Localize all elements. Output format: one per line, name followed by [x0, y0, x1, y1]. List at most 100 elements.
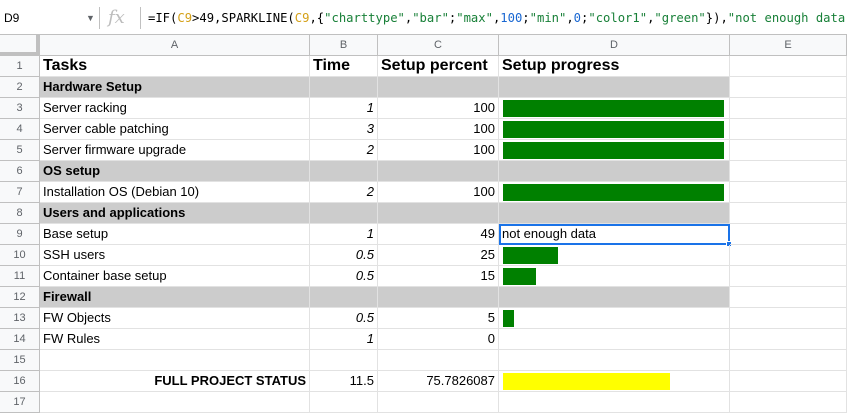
- cell-c1[interactable]: Setup percent: [378, 56, 499, 77]
- cell-c8[interactable]: [378, 203, 499, 224]
- chevron-down-icon[interactable]: ▼: [86, 7, 95, 29]
- cell-e4[interactable]: [730, 119, 847, 140]
- cell-a17[interactable]: [40, 392, 310, 413]
- cell-d12[interactable]: [499, 287, 730, 308]
- cell-b7[interactable]: 2: [310, 182, 378, 203]
- row-header-12[interactable]: 12: [0, 287, 40, 308]
- cell-a10[interactable]: SSH users: [40, 245, 310, 266]
- cell-a11[interactable]: Container base setup: [40, 266, 310, 287]
- cell-c15[interactable]: [378, 350, 499, 371]
- cell-e5[interactable]: [730, 140, 847, 161]
- row-header-3[interactable]: 3: [0, 98, 40, 119]
- row-header-10[interactable]: 10: [0, 245, 40, 266]
- cell-d11[interactable]: [499, 266, 730, 287]
- cell-a15[interactable]: [40, 350, 310, 371]
- cell-a8[interactable]: Users and applications: [40, 203, 310, 224]
- cell-c17[interactable]: [378, 392, 499, 413]
- cell-a5[interactable]: Server firmware upgrade: [40, 140, 310, 161]
- formula-input[interactable]: =IF(C9>49,SPARKLINE(C9,{"charttype","bar…: [148, 7, 847, 29]
- cell-a4[interactable]: Server cable patching: [40, 119, 310, 140]
- cell-c6[interactable]: [378, 161, 499, 182]
- cell-e14[interactable]: [730, 329, 847, 350]
- cell-b15[interactable]: [310, 350, 378, 371]
- cell-b12[interactable]: [310, 287, 378, 308]
- cell-b6[interactable]: [310, 161, 378, 182]
- select-all-corner[interactable]: [0, 35, 40, 56]
- cell-e7[interactable]: [730, 182, 847, 203]
- column-header-a[interactable]: A: [40, 35, 310, 56]
- cell-b10[interactable]: 0.5: [310, 245, 378, 266]
- cell-c10[interactable]: 25: [378, 245, 499, 266]
- cell-d7[interactable]: [499, 182, 730, 203]
- cell-e16[interactable]: [730, 371, 847, 392]
- cell-a12[interactable]: Firewall: [40, 287, 310, 308]
- cell-a16[interactable]: FULL PROJECT STATUS: [40, 371, 310, 392]
- cell-d14[interactable]: [499, 329, 730, 350]
- row-header-2[interactable]: 2: [0, 77, 40, 98]
- cell-e12[interactable]: [730, 287, 847, 308]
- cell-a3[interactable]: Server racking: [40, 98, 310, 119]
- column-header-e[interactable]: E: [730, 35, 847, 56]
- cell-e10[interactable]: [730, 245, 847, 266]
- cell-c7[interactable]: 100: [378, 182, 499, 203]
- cell-d3[interactable]: [499, 98, 730, 119]
- cell-d4[interactable]: [499, 119, 730, 140]
- cell-e2[interactable]: [730, 77, 847, 98]
- column-header-c[interactable]: C: [378, 35, 499, 56]
- cell-d1[interactable]: Setup progress: [499, 56, 730, 77]
- cell-a6[interactable]: OS setup: [40, 161, 310, 182]
- cell-e9[interactable]: [730, 224, 847, 245]
- cell-e11[interactable]: [730, 266, 847, 287]
- row-header-1[interactable]: 1: [0, 56, 40, 77]
- cell-d10[interactable]: [499, 245, 730, 266]
- cell-b4[interactable]: 3: [310, 119, 378, 140]
- cell-c16[interactable]: 75.7826087: [378, 371, 499, 392]
- cell-b1[interactable]: Time: [310, 56, 378, 77]
- cell-a7[interactable]: Installation OS (Debian 10): [40, 182, 310, 203]
- cell-c2[interactable]: [378, 77, 499, 98]
- row-header-13[interactable]: 13: [0, 308, 40, 329]
- cell-b5[interactable]: 2: [310, 140, 378, 161]
- cell-b9[interactable]: 1: [310, 224, 378, 245]
- row-header-16[interactable]: 16: [0, 371, 40, 392]
- row-header-17[interactable]: 17: [0, 392, 40, 413]
- cell-d2[interactable]: [499, 77, 730, 98]
- cell-a9[interactable]: Base setup: [40, 224, 310, 245]
- cell-d5[interactable]: [499, 140, 730, 161]
- cell-d8[interactable]: [499, 203, 730, 224]
- cell-b14[interactable]: 1: [310, 329, 378, 350]
- cell-a1[interactable]: Tasks: [40, 56, 310, 77]
- row-header-14[interactable]: 14: [0, 329, 40, 350]
- cell-e3[interactable]: [730, 98, 847, 119]
- cell-c12[interactable]: [378, 287, 499, 308]
- row-header-5[interactable]: 5: [0, 140, 40, 161]
- row-header-9[interactable]: 9: [0, 224, 40, 245]
- name-box[interactable]: D9: [0, 7, 100, 29]
- cell-c11[interactable]: 15: [378, 266, 499, 287]
- cell-b3[interactable]: 1: [310, 98, 378, 119]
- cell-e17[interactable]: [730, 392, 847, 413]
- row-header-4[interactable]: 4: [0, 119, 40, 140]
- cell-b17[interactable]: [310, 392, 378, 413]
- cell-c4[interactable]: 100: [378, 119, 499, 140]
- cell-d17[interactable]: [499, 392, 730, 413]
- cell-b11[interactable]: 0.5: [310, 266, 378, 287]
- cell-b2[interactable]: [310, 77, 378, 98]
- cell-d6[interactable]: [499, 161, 730, 182]
- cell-d9[interactable]: not enough data: [499, 224, 730, 245]
- cell-a14[interactable]: FW Rules: [40, 329, 310, 350]
- cell-e13[interactable]: [730, 308, 847, 329]
- cell-d13[interactable]: [499, 308, 730, 329]
- row-header-8[interactable]: 8: [0, 203, 40, 224]
- cell-c3[interactable]: 100: [378, 98, 499, 119]
- cell-b8[interactable]: [310, 203, 378, 224]
- cell-d16[interactable]: [499, 371, 730, 392]
- row-header-7[interactable]: 7: [0, 182, 40, 203]
- cell-d15[interactable]: [499, 350, 730, 371]
- cell-b13[interactable]: 0.5: [310, 308, 378, 329]
- cell-e8[interactable]: [730, 203, 847, 224]
- cell-c5[interactable]: 100: [378, 140, 499, 161]
- column-header-d[interactable]: D: [499, 35, 730, 56]
- row-header-11[interactable]: 11: [0, 266, 40, 287]
- column-header-b[interactable]: B: [310, 35, 378, 56]
